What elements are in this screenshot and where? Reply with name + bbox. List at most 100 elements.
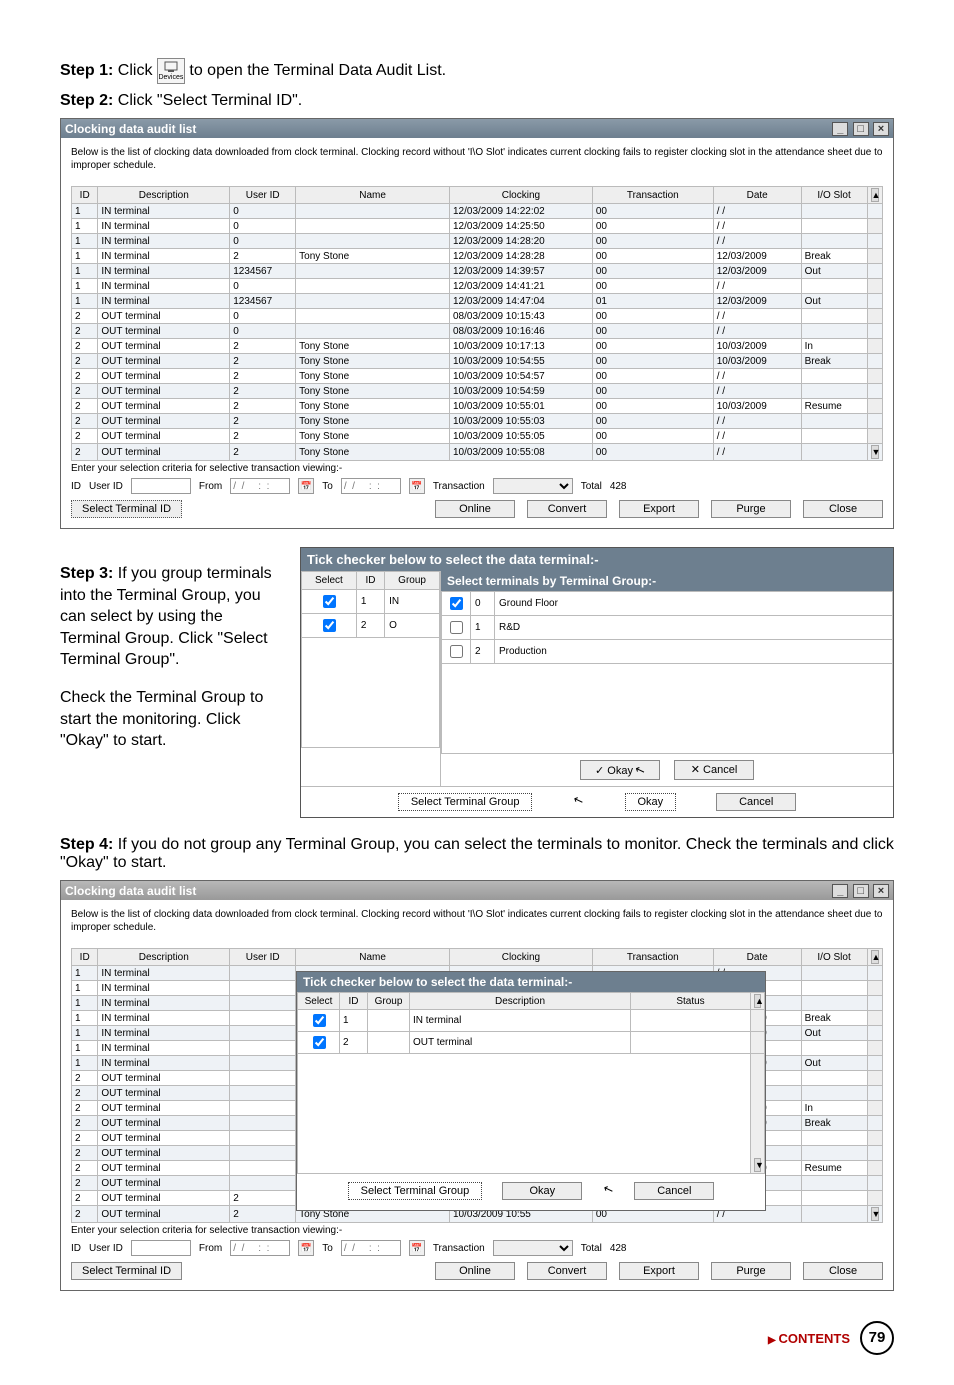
checkbox[interactable] bbox=[323, 619, 336, 632]
minimize-icon[interactable]: _ bbox=[832, 122, 848, 136]
table-row[interactable]: 1IN terminal123456712/03/2009 14:47:0401… bbox=[72, 294, 883, 309]
col-desc[interactable]: Description bbox=[98, 949, 230, 966]
convert-button[interactable]: Convert bbox=[527, 1262, 607, 1280]
list-item[interactable]: 1R&D bbox=[442, 616, 893, 640]
col-date[interactable]: Date bbox=[713, 187, 801, 204]
col-desc[interactable]: Description bbox=[98, 187, 230, 204]
okay-button[interactable]: Okay bbox=[625, 793, 677, 811]
table-row[interactable]: 1IN terminal123456712/03/2009 14:39:5700… bbox=[72, 264, 883, 279]
scroll-up-icon[interactable]: ▲ bbox=[871, 188, 879, 202]
minimize-icon[interactable]: _ bbox=[832, 884, 848, 898]
list-item[interactable]: 2O bbox=[302, 614, 440, 638]
checkbox[interactable] bbox=[323, 595, 336, 608]
calendar-icon[interactable]: 📅 bbox=[298, 478, 314, 494]
table-row[interactable]: 2OUT terminal2Tony Stone10/03/2009 10:54… bbox=[72, 369, 883, 384]
export-button[interactable]: Export bbox=[619, 1262, 699, 1280]
col-name[interactable]: Name bbox=[296, 949, 450, 966]
devices-icon-button[interactable]: Devices bbox=[157, 58, 185, 84]
col-trans[interactable]: Transaction bbox=[592, 187, 713, 204]
table-row[interactable]: 1IN terminal012/03/2009 14:25:5000/ / bbox=[72, 219, 883, 234]
col-date[interactable]: Date bbox=[713, 949, 801, 966]
filter-total-label: Total bbox=[581, 1243, 602, 1254]
col-clock[interactable]: Clocking bbox=[449, 187, 592, 204]
table-row[interactable]: 2OUT terminal2Tony Stone10/03/2009 10:55… bbox=[72, 414, 883, 429]
window-button-row: Select Terminal ID Online Convert Export… bbox=[71, 1262, 883, 1280]
scroll-down-icon[interactable]: ▼ bbox=[754, 1158, 761, 1172]
scroll-up-icon[interactable]: ▲ bbox=[871, 950, 879, 964]
table-row[interactable]: 2OUT terminal2Tony Stone10/03/2009 10:55… bbox=[72, 444, 883, 461]
scroll-down-icon[interactable]: ▼ bbox=[871, 445, 879, 459]
maximize-icon[interactable]: □ bbox=[853, 122, 869, 136]
select-terminal-id-button[interactable]: Select Terminal ID bbox=[71, 500, 182, 518]
list-item[interactable]: 2OUT terminal bbox=[298, 1032, 765, 1054]
online-button[interactable]: Online bbox=[435, 500, 515, 518]
col-id[interactable]: ID bbox=[72, 187, 98, 204]
col-trans[interactable]: Transaction bbox=[592, 949, 713, 966]
col-slot[interactable]: I/O Slot bbox=[801, 949, 867, 966]
table-row[interactable]: 2OUT terminal2Tony Stone10/03/2009 10:17… bbox=[72, 339, 883, 354]
checkbox[interactable] bbox=[313, 1036, 326, 1049]
calendar-icon[interactable]: 📅 bbox=[409, 1240, 425, 1256]
col-clock[interactable]: Clocking bbox=[449, 949, 592, 966]
col-user[interactable]: User ID bbox=[230, 949, 296, 966]
select-terminal-group-button[interactable]: Select Terminal Group bbox=[398, 793, 533, 811]
close-icon[interactable]: × bbox=[873, 122, 889, 136]
step2-line: Step 2: Click "Select Terminal ID". bbox=[60, 92, 894, 110]
table-row[interactable]: 1IN terminal012/03/2009 14:41:2100/ / bbox=[72, 279, 883, 294]
filter-trans-select[interactable] bbox=[493, 478, 573, 494]
filter-to-input[interactable] bbox=[341, 478, 401, 494]
maximize-icon[interactable]: □ bbox=[853, 884, 869, 898]
clocking-audit-window-disabled: Clocking data audit list _ □ × Below is … bbox=[60, 880, 894, 1291]
okay-button[interactable]: ✓ Okay↖ bbox=[580, 760, 660, 780]
filter-to-input[interactable] bbox=[341, 1240, 401, 1256]
list-item[interactable]: 1IN terminal bbox=[298, 1010, 765, 1032]
calendar-icon[interactable]: 📅 bbox=[409, 478, 425, 494]
list-item[interactable]: 1IN bbox=[302, 590, 440, 614]
col-slot[interactable]: I/O Slot bbox=[801, 187, 867, 204]
checkbox[interactable] bbox=[313, 1014, 326, 1027]
filter-trans-select[interactable] bbox=[493, 1240, 573, 1256]
filter-from-label: From bbox=[199, 1243, 222, 1254]
table-row[interactable]: 2OUT terminal2Tony Stone10/03/2009 10:55… bbox=[72, 399, 883, 414]
export-button[interactable]: Export bbox=[619, 500, 699, 518]
tick-right-title: Select terminals by Terminal Group:- bbox=[441, 571, 893, 591]
online-button[interactable]: Online bbox=[435, 1262, 515, 1280]
close-button[interactable]: Close bbox=[803, 500, 883, 518]
table-row[interactable]: 2OUT terminal2Tony Stone10/03/2009 10:55… bbox=[72, 429, 883, 444]
convert-button[interactable]: Convert bbox=[527, 500, 607, 518]
table-row[interactable]: 2OUT terminal008/03/2009 10:16:4600/ / bbox=[72, 324, 883, 339]
col-id[interactable]: ID bbox=[72, 949, 98, 966]
table-row[interactable]: 2OUT terminal008/03/2009 10:15:4300/ / bbox=[72, 309, 883, 324]
filter-from-input[interactable] bbox=[230, 478, 290, 494]
calendar-icon[interactable]: 📅 bbox=[298, 1240, 314, 1256]
filter-userid-input[interactable] bbox=[131, 478, 191, 494]
select-terminal-id-button[interactable]: Select Terminal ID bbox=[71, 1262, 182, 1280]
list-item[interactable]: 0Ground Floor bbox=[442, 592, 893, 616]
list-item[interactable]: 2Production bbox=[442, 640, 893, 664]
col-name[interactable]: Name bbox=[296, 187, 450, 204]
table-row[interactable]: 2OUT terminal2Tony Stone10/03/2009 10:54… bbox=[72, 354, 883, 369]
cancel-button[interactable]: Cancel bbox=[634, 1182, 714, 1200]
close-button[interactable]: Close bbox=[803, 1262, 883, 1280]
page-footer: CONTENTS 79 bbox=[60, 1321, 894, 1355]
scroll-up-icon[interactable]: ▲ bbox=[754, 994, 761, 1008]
purge-button[interactable]: Purge bbox=[711, 1262, 791, 1280]
filter-userid-input[interactable] bbox=[131, 1240, 191, 1256]
purge-button[interactable]: Purge bbox=[711, 500, 791, 518]
table-row[interactable]: 2OUT terminal2Tony Stone10/03/2009 10:54… bbox=[72, 384, 883, 399]
contents-link[interactable]: CONTENTS bbox=[768, 1331, 850, 1346]
cancel-button[interactable]: ✕ Cancel bbox=[674, 760, 754, 780]
checkbox[interactable] bbox=[450, 621, 463, 634]
cancel-button[interactable]: Cancel bbox=[716, 793, 796, 811]
okay-button[interactable]: Okay bbox=[502, 1182, 582, 1200]
table-row[interactable]: 1IN terminal2Tony Stone12/03/2009 14:28:… bbox=[72, 249, 883, 264]
filter-from-input[interactable] bbox=[230, 1240, 290, 1256]
checkbox[interactable] bbox=[450, 597, 463, 610]
select-terminal-group-button[interactable]: Select Terminal Group bbox=[348, 1182, 483, 1200]
close-icon[interactable]: × bbox=[873, 884, 889, 898]
table-row[interactable]: 1IN terminal012/03/2009 14:22:0200/ / bbox=[72, 204, 883, 219]
table-row[interactable]: 1IN terminal012/03/2009 14:28:2000/ / bbox=[72, 234, 883, 249]
checkbox[interactable] bbox=[450, 645, 463, 658]
scroll-down-icon[interactable]: ▼ bbox=[871, 1207, 879, 1221]
col-user[interactable]: User ID bbox=[230, 187, 296, 204]
